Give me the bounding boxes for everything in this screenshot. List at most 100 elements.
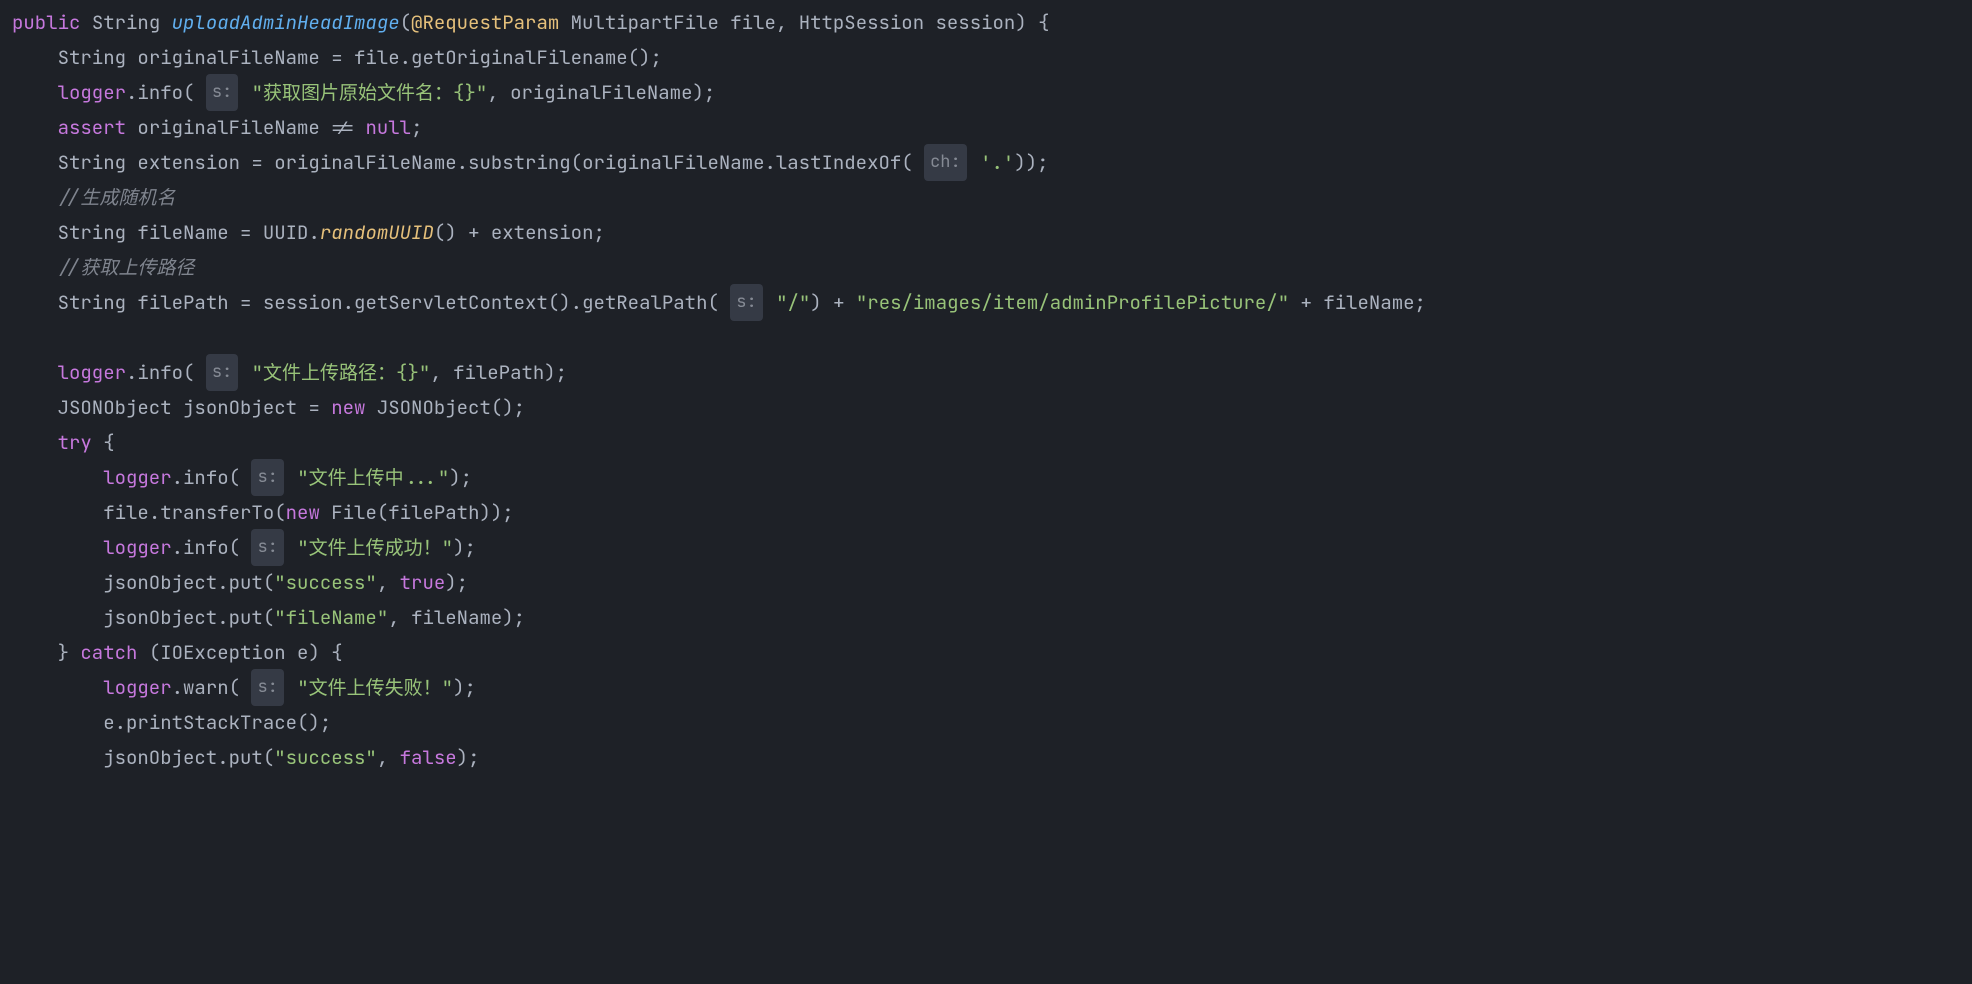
annotation: @RequestParam: [411, 5, 559, 40]
param-hint: s:: [251, 669, 283, 706]
obj-ref: originalFileName: [582, 145, 764, 180]
code-line[interactable]: jsonObject.put("success", true);: [12, 565, 1972, 600]
obj-ref: jsonObject: [103, 600, 217, 635]
code-line[interactable]: String filePath = session.getServletCont…: [12, 285, 1972, 320]
code-line[interactable]: file.transferTo(new File(filePath));: [12, 495, 1972, 530]
type-string: String: [58, 215, 126, 250]
var-ref: fileName: [1323, 285, 1414, 320]
code-line[interactable]: assert originalFileName != null;: [12, 110, 1972, 145]
method-info: info: [137, 75, 183, 110]
code-editor[interactable]: public String uploadAdminHeadImage(@Requ…: [0, 5, 1972, 775]
string-literal: "获取图片原始文件名：{}": [252, 75, 488, 110]
string-literal: "res/images/item/adminProfilePicture/": [856, 285, 1289, 320]
type-ioexception: IOException: [160, 635, 285, 670]
char-literal: '.': [980, 145, 1014, 180]
bool-true: true: [400, 565, 446, 600]
param-hint: s:: [730, 284, 762, 321]
param-hint: ch:: [924, 144, 967, 181]
keyword-new: new: [286, 495, 320, 530]
method-info: info: [183, 460, 229, 495]
method-substring: substring: [468, 145, 571, 180]
code-line[interactable]: logger.warn( s: "文件上传失败！");: [12, 670, 1972, 705]
keyword-new: new: [331, 390, 365, 425]
string-literal: "fileName": [274, 600, 388, 635]
param-session: session: [936, 5, 1016, 40]
code-line[interactable]: [12, 320, 1972, 355]
code-line[interactable]: logger.info( s: "获取图片原始文件名：{}", original…: [12, 75, 1972, 110]
obj-ref: file: [103, 495, 149, 530]
code-line[interactable]: logger.info( s: "文件上传成功！");: [12, 530, 1972, 565]
string-literal: "success": [274, 740, 377, 775]
method-printstacktrace: printStackTrace: [126, 705, 297, 740]
method-call: getOriginalFilename: [411, 40, 628, 75]
string-literal: "/": [776, 285, 810, 320]
string-literal: "文件上传中...": [297, 460, 449, 495]
obj-ref: originalFileName: [274, 145, 456, 180]
field-logger: logger: [58, 355, 126, 390]
method-put: put: [229, 600, 263, 635]
operator: !=: [331, 110, 354, 145]
code-line[interactable]: //获取上传路径: [12, 250, 1972, 285]
string-literal: "文件上传路径：{}": [252, 355, 431, 390]
param-hint: s:: [251, 459, 283, 496]
obj-ref: jsonObject: [103, 565, 217, 600]
null-literal: null: [365, 110, 411, 145]
keyword-try: try: [58, 425, 92, 460]
arg: filePath: [388, 495, 479, 530]
method-info: info: [137, 355, 183, 390]
var-ref: fileName: [411, 600, 502, 635]
param-hint: s:: [206, 354, 238, 391]
obj-ref: session: [263, 285, 343, 320]
method-transferto: transferTo: [160, 495, 274, 530]
code-line[interactable]: jsonObject.put("success", false);: [12, 740, 1972, 775]
method-info: info: [183, 530, 229, 565]
obj-ref: file: [354, 40, 400, 75]
var-ref: originalFileName: [137, 110, 319, 145]
code-line[interactable]: //生成随机名: [12, 180, 1972, 215]
field-logger: logger: [103, 530, 171, 565]
arg: originalFileName: [510, 75, 692, 110]
type-string: String: [58, 40, 126, 75]
type-string: String: [92, 5, 160, 40]
code-line[interactable]: jsonObject.put("fileName", fileName);: [12, 600, 1972, 635]
var-name: jsonObject: [183, 390, 297, 425]
type-string: String: [58, 145, 126, 180]
obj-ref: e: [103, 705, 114, 740]
keyword-catch: catch: [80, 635, 137, 670]
param-hint: s:: [251, 529, 283, 566]
var-name: originalFileName: [137, 40, 319, 75]
keyword-public: public: [12, 5, 80, 40]
code-line[interactable]: String extension = originalFileName.subs…: [12, 145, 1972, 180]
bool-false: false: [400, 740, 457, 775]
var-ref: extension: [491, 215, 594, 250]
class-uuid: UUID: [263, 215, 309, 250]
comment: //获取上传路径: [58, 250, 195, 285]
type-string: String: [58, 285, 126, 320]
method-warn: warn: [183, 670, 229, 705]
code-line[interactable]: JSONObject jsonObject = new JSONObject()…: [12, 390, 1972, 425]
code-line[interactable]: } catch (IOException e) {: [12, 635, 1972, 670]
code-line[interactable]: logger.info( s: "文件上传路径：{}", filePath);: [12, 355, 1972, 390]
var-e: e: [297, 635, 308, 670]
var-name: extension: [137, 145, 240, 180]
string-literal: "success": [274, 565, 377, 600]
method-getrealpath: getRealPath: [582, 285, 707, 320]
method-getservletcontext: getServletContext: [354, 285, 548, 320]
obj-ref: jsonObject: [103, 740, 217, 775]
comment: //生成随机名: [58, 180, 176, 215]
operator-plus: +: [468, 215, 479, 250]
method-lastindexof: lastIndexOf: [776, 145, 901, 180]
code-line[interactable]: try {: [12, 425, 1972, 460]
code-line[interactable]: String fileName = UUID.randomUUID() + ex…: [12, 215, 1972, 250]
field-logger: logger: [58, 75, 126, 110]
code-line[interactable]: public String uploadAdminHeadImage(@Requ…: [12, 5, 1972, 40]
code-line[interactable]: logger.info( s: "文件上传中...");: [12, 460, 1972, 495]
var-name: fileName: [137, 215, 228, 250]
method-randomuuid: randomUUID: [320, 215, 434, 250]
type-jsonobject: JSONObject: [58, 390, 172, 425]
string-literal: "文件上传成功！": [297, 530, 453, 565]
ctor-file: File: [331, 495, 377, 530]
code-line[interactable]: String originalFileName = file.getOrigin…: [12, 40, 1972, 75]
field-logger: logger: [103, 670, 171, 705]
code-line[interactable]: e.printStackTrace();: [12, 705, 1972, 740]
